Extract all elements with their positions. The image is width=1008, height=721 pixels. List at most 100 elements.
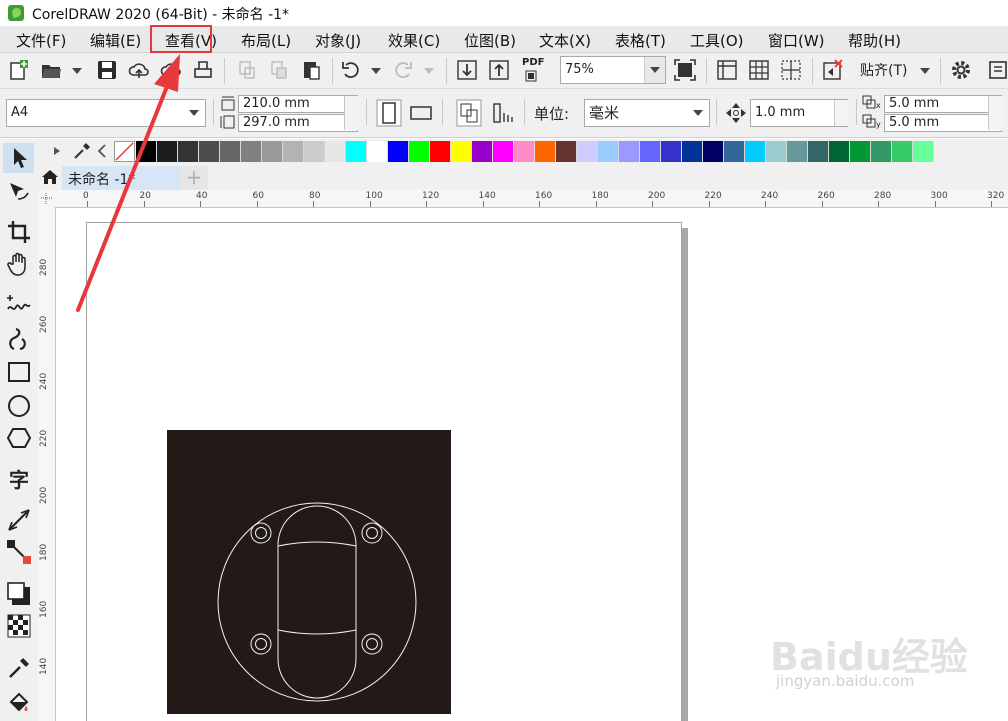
- page-size-spinner[interactable]: [344, 96, 359, 130]
- duplicate-spinner[interactable]: [988, 96, 1003, 130]
- palette-eyedropper-icon[interactable]: [72, 141, 92, 161]
- units-dropdown-arrow-icon[interactable]: [693, 110, 703, 116]
- palette-color-swatch[interactable]: [262, 141, 283, 162]
- options-gear-icon[interactable]: [950, 59, 972, 81]
- palette-color-swatch[interactable]: [892, 141, 913, 162]
- palette-color-swatch[interactable]: [829, 141, 850, 162]
- palette-color-swatch[interactable]: [724, 141, 745, 162]
- palette-color-swatch[interactable]: [157, 141, 178, 162]
- nudge-spinner[interactable]: [834, 100, 849, 126]
- no-color-swatch[interactable]: [114, 141, 135, 162]
- palette-color-swatch[interactable]: [283, 141, 304, 162]
- full-screen-icon[interactable]: [674, 59, 696, 81]
- publish-pdf-button[interactable]: PDF: [522, 57, 544, 68]
- cloud-upload-icon[interactable]: [128, 59, 150, 81]
- palette-flyout-arrow-icon[interactable]: [52, 146, 62, 156]
- palette-color-swatch[interactable]: [451, 141, 472, 162]
- open-dropdown-arrow-icon[interactable]: [72, 68, 82, 74]
- redo-icon[interactable]: [392, 59, 414, 81]
- palette-color-swatch[interactable]: [241, 141, 262, 162]
- duplicate-x-input[interactable]: 5.0 mm: [884, 95, 1002, 113]
- palette-color-swatch[interactable]: [745, 141, 766, 162]
- export-arrow-icon[interactable]: [488, 59, 510, 81]
- pan-hand-icon[interactable]: [6, 251, 32, 277]
- palette-color-swatch[interactable]: [913, 141, 934, 162]
- palette-color-swatch[interactable]: [577, 141, 598, 162]
- page-size-select[interactable]: A4: [6, 99, 206, 127]
- palette-color-swatch[interactable]: [598, 141, 619, 162]
- artwork-flange-drawing[interactable]: [167, 430, 451, 714]
- palette-color-swatch[interactable]: [430, 141, 451, 162]
- palette-color-swatch[interactable]: [325, 141, 346, 162]
- drop-shadow-tool-icon[interactable]: [6, 581, 32, 607]
- units-select[interactable]: 毫米: [584, 99, 710, 127]
- crop-tool-icon[interactable]: [6, 219, 32, 245]
- application-launcher-icon[interactable]: [988, 59, 1008, 81]
- snap-dropdown-arrow-icon[interactable]: [920, 68, 930, 74]
- add-tab-button[interactable]: +: [180, 166, 208, 190]
- import-arrow-icon[interactable]: [456, 59, 478, 81]
- connector-tool-icon[interactable]: [6, 539, 32, 565]
- palette-color-swatch[interactable]: [703, 141, 724, 162]
- palette-color-swatch[interactable]: [850, 141, 871, 162]
- palette-color-swatch[interactable]: [619, 141, 640, 162]
- menu-table[interactable]: 表格(T): [615, 30, 666, 51]
- palette-color-swatch[interactable]: [682, 141, 703, 162]
- page-width-input[interactable]: 210.0 mm: [238, 95, 358, 113]
- palette-color-swatch[interactable]: [808, 141, 829, 162]
- menu-tools[interactable]: 工具(O): [690, 30, 744, 51]
- menu-layout[interactable]: 布局(L): [241, 30, 291, 51]
- palette-color-swatch[interactable]: [472, 141, 493, 162]
- home-icon[interactable]: [41, 168, 59, 186]
- palette-scroll-left-icon[interactable]: [96, 144, 108, 158]
- menu-help[interactable]: 帮助(H): [848, 30, 901, 51]
- palette-color-swatch[interactable]: [766, 141, 787, 162]
- ruler-origin-icon[interactable]: [38, 190, 55, 207]
- new-document-icon[interactable]: [8, 59, 30, 81]
- menu-effects[interactable]: 效果(C): [388, 30, 440, 51]
- text-tool-icon[interactable]: 字: [6, 467, 32, 493]
- print-icon[interactable]: [192, 59, 214, 81]
- palette-color-swatch[interactable]: [199, 141, 220, 162]
- menu-object[interactable]: 对象(J): [315, 30, 361, 51]
- document-tab[interactable]: 未命名 -1*: [62, 166, 180, 190]
- palette-color-swatch[interactable]: [640, 141, 661, 162]
- palette-color-swatch[interactable]: [367, 141, 388, 162]
- rectangle-tool-icon[interactable]: [6, 359, 32, 385]
- export-icon[interactable]: [268, 59, 290, 81]
- page-height-input[interactable]: 297.0 mm: [238, 114, 358, 132]
- undo-dropdown-arrow-icon[interactable]: [371, 68, 381, 74]
- paste-icon[interactable]: [300, 59, 322, 81]
- palette-color-swatch[interactable]: [514, 141, 535, 162]
- palette-color-swatch[interactable]: [136, 141, 157, 162]
- menu-bitmaps[interactable]: 位图(B): [464, 30, 516, 51]
- current-page-icon[interactable]: [490, 99, 516, 127]
- palette-color-swatch[interactable]: [535, 141, 556, 162]
- show-grid-icon[interactable]: [748, 59, 770, 81]
- palette-color-swatch[interactable]: [871, 141, 892, 162]
- menu-text[interactable]: 文本(X): [539, 30, 591, 51]
- palette-color-swatch[interactable]: [388, 141, 409, 162]
- ellipse-tool-icon[interactable]: [6, 393, 32, 419]
- menu-edit[interactable]: 编辑(E): [90, 30, 141, 51]
- dimension-tool-icon[interactable]: [6, 507, 32, 533]
- palette-color-swatch[interactable]: [556, 141, 577, 162]
- redo-dropdown-arrow-icon[interactable]: [424, 68, 434, 74]
- interactive-fill-tool-icon[interactable]: [6, 689, 32, 715]
- save-icon[interactable]: [96, 59, 118, 81]
- palette-color-swatch[interactable]: [304, 141, 325, 162]
- import-icon[interactable]: [236, 59, 258, 81]
- landscape-orientation-icon[interactable]: [408, 99, 434, 127]
- transparency-tool-icon[interactable]: [6, 613, 32, 639]
- zoom-dropdown-arrow-icon[interactable]: [650, 67, 660, 73]
- palette-color-swatch[interactable]: [661, 141, 682, 162]
- palette-color-swatch[interactable]: [178, 141, 199, 162]
- pick-tool-icon[interactable]: [6, 145, 32, 171]
- snap-off-icon[interactable]: [822, 59, 844, 81]
- menu-window[interactable]: 窗口(W): [768, 30, 825, 51]
- menu-file[interactable]: 文件(F): [16, 30, 66, 51]
- palette-color-swatch[interactable]: [787, 141, 808, 162]
- eyedropper-tool-icon[interactable]: [6, 655, 32, 681]
- palette-color-swatch[interactable]: [346, 141, 367, 162]
- polygon-tool-icon[interactable]: [6, 425, 32, 451]
